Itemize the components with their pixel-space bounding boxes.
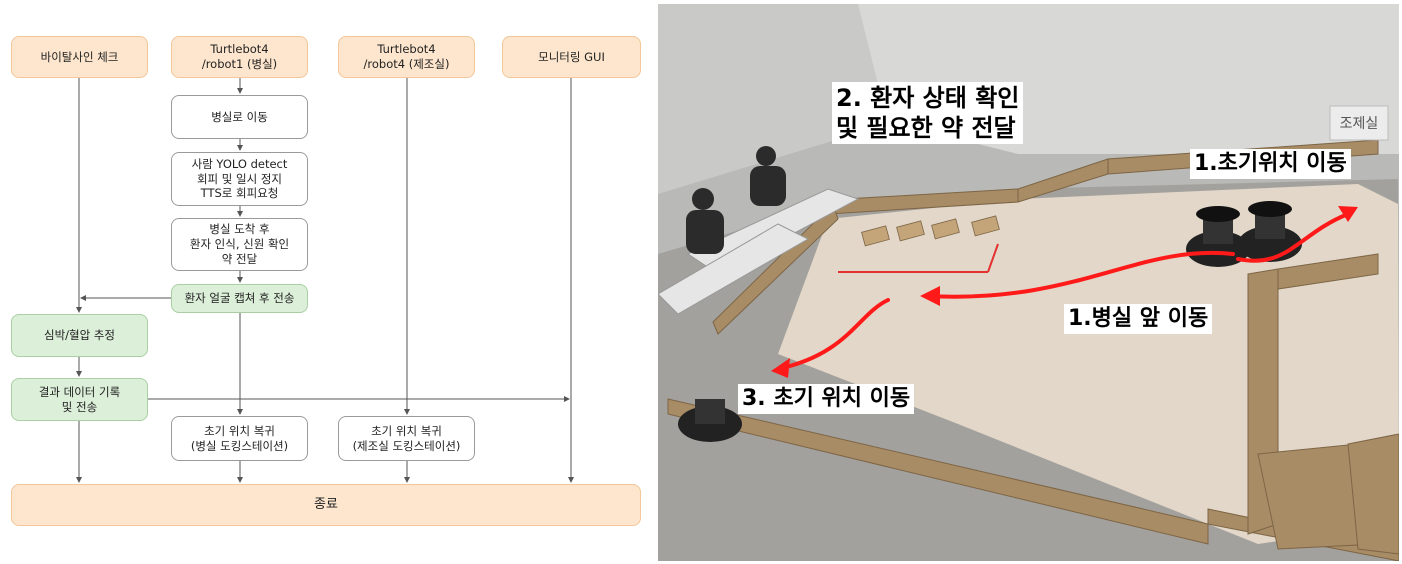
flowchart: 바이탈사인 체크 Turtlebot4 /robot1 (병실) Turtleb… — [0, 0, 655, 564]
header-robot1: Turtlebot4 /robot1 (병실) — [171, 36, 308, 78]
step-return-robot1: 초기 위치 복귀 (병실 도킹스테이션) — [171, 416, 308, 461]
step-end: 종료 — [11, 484, 641, 526]
header-gui: 모니터링 GUI — [502, 36, 641, 78]
step-detect: 사람 YOLO detect 회피 및 일시 정지 TTS로 회피요청 — [171, 152, 308, 206]
header-robot4: Turtlebot4 /robot4 (제조실) — [338, 36, 475, 78]
callout-return-initial: 3. 초기 위치 이동 — [738, 384, 915, 414]
callout-ward-front: 1.병실 앞 이동 — [1064, 304, 1213, 334]
arena-scene: 조제실 — [658, 4, 1399, 561]
step-return-robot4: 초기 위치 복귀 (제조실 도킹스테이션) — [338, 416, 475, 461]
step-record: 결과 데이터 기록 및 전송 — [11, 378, 148, 421]
step-capture: 환자 얼굴 캡쳐 후 전송 — [171, 284, 308, 313]
flow-connectors — [76, 78, 574, 483]
header-vital: 바이탈사인 체크 — [11, 36, 148, 78]
callout-patient-check: 2. 환자 상태 확인 및 필요한 약 전달 — [832, 82, 1024, 144]
callout-initial-move: 1.초기위치 이동 — [1190, 149, 1351, 179]
door-sign-text: 조제실 — [1340, 116, 1379, 132]
step-move-ward: 병실로 이동 — [171, 95, 308, 139]
arena-photo: 조제실 2. 환자 상태 확인 및 필요한 약 전달 1.초기위치 이동 1.병… — [658, 4, 1399, 561]
step-arrive: 병실 도착 후 환자 인식, 신원 확인 약 전달 — [171, 218, 308, 271]
step-estimate: 심박/혈압 추정 — [11, 314, 148, 357]
